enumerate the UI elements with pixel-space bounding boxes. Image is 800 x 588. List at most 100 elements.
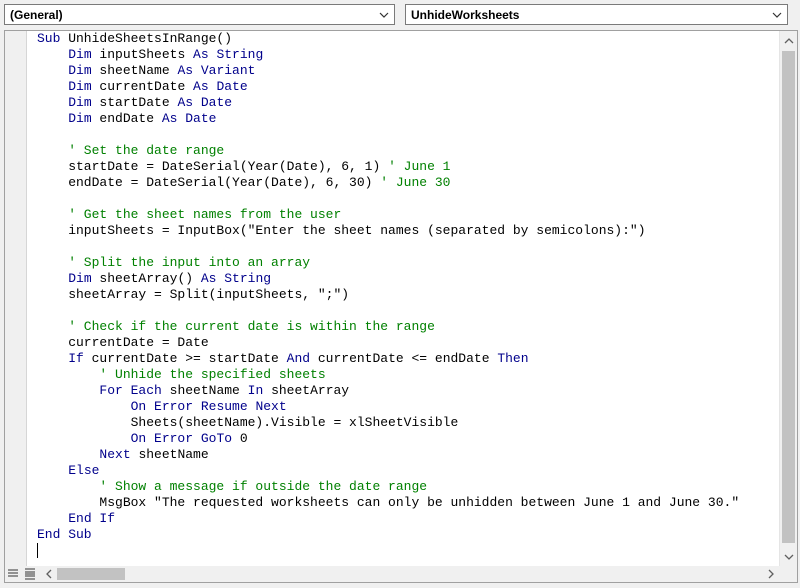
keyword-token: For Each	[99, 383, 162, 398]
keyword-token: Dim	[68, 111, 92, 126]
code-line: End Sub	[37, 527, 92, 543]
chevron-down-icon	[772, 12, 782, 18]
code-line: On Error Resume Next	[37, 399, 287, 415]
keyword-token: As Variant	[177, 63, 256, 78]
keyword-token: Else	[68, 463, 100, 478]
code-line: End If	[37, 511, 115, 527]
keyword-token: End Sub	[37, 527, 92, 542]
code-line: inputSheets = InputBox("Enter the sheet …	[37, 223, 646, 239]
code-line: Next sheetName	[37, 447, 209, 463]
comment-token: ' Get the sheet names from the user	[37, 207, 342, 222]
code-line: Sub UnhideSheetsInRange()	[37, 31, 232, 47]
code-token: sheetName	[161, 383, 248, 398]
code-window-toolbar: (General) UnhideWorksheets	[0, 0, 800, 30]
procedure-dropdown-value: UnhideWorksheets	[411, 8, 520, 22]
code-token: startDate	[91, 95, 178, 110]
procedure-dropdown[interactable]: UnhideWorksheets	[405, 4, 788, 25]
keyword-token: In	[247, 383, 264, 398]
keyword-token: On Error Resume Next	[130, 399, 287, 414]
comment-token: ' June 1	[388, 159, 451, 174]
code-line: If currentDate >= startDate And currentD…	[37, 351, 529, 367]
arrow-down-icon[interactable]	[783, 551, 795, 563]
text-caret	[37, 543, 38, 558]
keyword-token: Dim	[68, 79, 92, 94]
horizontal-scrollbar-row	[5, 566, 797, 582]
keyword-token: Then	[497, 351, 529, 366]
comment-token: ' Split the input into an array	[37, 255, 311, 270]
code-token: sheetName	[91, 63, 178, 78]
keyword-token: Dim	[68, 271, 92, 286]
arrow-left-icon[interactable]	[43, 568, 55, 580]
keyword-token: As String	[200, 271, 272, 286]
keyword-token: As String	[193, 47, 264, 62]
keyword-token: Dim	[68, 95, 92, 110]
comment-token: ' June 30	[380, 175, 451, 190]
comment-token: ' Show a message if outside the date ran…	[37, 479, 428, 494]
code-line: ' Unhide the specified sheets	[37, 367, 326, 383]
object-dropdown[interactable]: (General)	[4, 4, 395, 25]
code-token: currentDate <= endDate	[310, 351, 498, 366]
code-line: ' Split the input into an array	[37, 255, 310, 271]
comment-token: ' Check if the current date is within th…	[37, 319, 435, 334]
code-token: currentDate >= startDate	[83, 351, 287, 366]
code-token: sheetName	[130, 447, 209, 462]
code-line: currentDate = Date	[37, 335, 209, 351]
code-token: endDate	[91, 111, 162, 126]
object-dropdown-value: (General)	[10, 8, 63, 22]
code-token: inputSheets	[91, 47, 194, 62]
code-token: currentDate	[91, 79, 194, 94]
code-token: inputSheets = InputBox("Enter the sheet …	[37, 223, 646, 238]
horizontal-scrollbar[interactable]	[39, 566, 779, 582]
code-line: startDate = DateSerial(Year(Date), 6, 1)…	[37, 159, 450, 175]
code-editor[interactable]: Sub UnhideSheetsInRange() Dim inputSheet…	[27, 31, 780, 567]
code-line: Sheets(sheetName).Visible = xlSheetVisib…	[37, 415, 459, 431]
arrow-up-icon[interactable]	[783, 35, 795, 47]
vertical-scrollbar[interactable]	[779, 31, 797, 567]
keyword-token: And	[286, 351, 311, 366]
keyword-token: Dim	[68, 47, 92, 62]
code-line: On Error GoTo 0	[37, 431, 248, 447]
chevron-down-icon	[379, 12, 389, 18]
procedure-view-button[interactable]	[5, 566, 21, 582]
code-line: Dim endDate As Date	[37, 111, 216, 127]
code-line: ' Get the sheet names from the user	[37, 207, 341, 223]
code-line: MsgBox "The requested worksheets can onl…	[37, 495, 739, 511]
code-line: ' Show a message if outside the date ran…	[37, 479, 427, 495]
code-line: ' Set the date range	[37, 143, 224, 159]
comment-token: ' Unhide the specified sheets	[37, 367, 326, 382]
code-token: Sheets(sheetName).Visible = xlSheetVisib…	[37, 415, 459, 430]
vertical-scroll-thumb[interactable]	[782, 51, 795, 543]
code-token: sheetArray()	[91, 271, 201, 286]
keyword-token: Sub	[37, 31, 61, 46]
keyword-token: If	[68, 351, 84, 366]
code-editor-frame: Sub UnhideSheetsInRange() Dim inputSheet…	[4, 30, 798, 583]
code-token: sheetArray = Split(inputSheets, ";")	[37, 287, 350, 302]
procedure-view-icon	[8, 569, 18, 577]
horizontal-scroll-thumb[interactable]	[57, 568, 125, 580]
code-token: startDate = DateSerial(Year(Date), 6, 1)	[37, 159, 389, 174]
full-module-view-icon	[25, 568, 35, 580]
code-line: sheetArray = Split(inputSheets, ";")	[37, 287, 349, 303]
code-line: ' Check if the current date is within th…	[37, 319, 435, 335]
keyword-token: On Error GoTo	[130, 431, 233, 446]
margin-indicator-bar[interactable]	[5, 31, 27, 567]
full-module-view-button[interactable]	[22, 566, 38, 582]
code-token: 0	[232, 431, 248, 446]
code-line: Else	[37, 463, 99, 479]
arrow-right-icon[interactable]	[765, 568, 777, 580]
keyword-token: Next	[99, 447, 131, 462]
code-token: sheetArray	[263, 383, 350, 398]
code-line: Dim inputSheets As String	[37, 47, 263, 63]
keyword-token: End If	[68, 511, 116, 526]
code-token: currentDate = Date	[37, 335, 209, 350]
